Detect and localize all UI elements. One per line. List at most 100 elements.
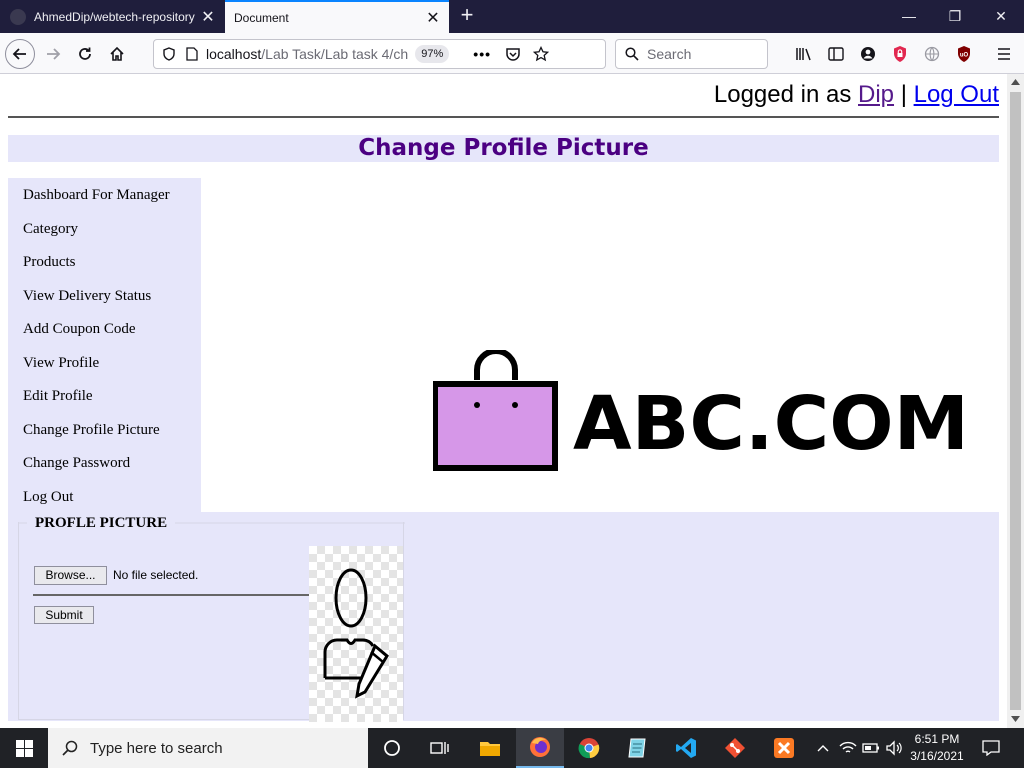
scroll-down-icon[interactable]: [1011, 716, 1020, 722]
notepad-icon[interactable]: [613, 728, 661, 768]
fieldset-legend: PROFLE PICTURE: [33, 515, 170, 532]
ublock-icon[interactable]: uO: [954, 44, 974, 64]
close-window-button[interactable]: ✕: [978, 0, 1024, 33]
separator: |: [900, 81, 907, 108]
submit-button[interactable]: Submit: [34, 606, 94, 624]
system-clock[interactable]: 6:51 PM 3/16/2021: [906, 731, 968, 765]
library-icon[interactable]: [794, 44, 814, 64]
sidebar-item-products[interactable]: Products: [8, 250, 201, 284]
volume-icon[interactable]: [884, 738, 904, 758]
lock-extension-icon[interactable]: [890, 44, 910, 64]
sidebar-item-edit-profile[interactable]: Edit Profile: [8, 384, 201, 418]
page-viewport: Logged in as Dip | Log Out Change Profil…: [0, 74, 1007, 728]
search-icon: [625, 47, 639, 61]
bag-icon: [433, 381, 558, 471]
start-button[interactable]: [0, 728, 48, 768]
sidebar-item-dashboard[interactable]: Dashboard For Manager: [8, 183, 201, 217]
file-status: No file selected.: [113, 568, 199, 582]
vscode-icon[interactable]: [662, 728, 710, 768]
search-placeholder: Search: [647, 46, 692, 62]
taskbar-search-placeholder: Type here to search: [90, 739, 223, 757]
page-info-icon[interactable]: [186, 47, 198, 61]
forward-arrow-icon: [47, 48, 61, 60]
username-link[interactable]: Dip: [858, 81, 894, 108]
browse-button[interactable]: Browse...: [34, 566, 107, 585]
new-tab-button[interactable]: +: [456, 4, 478, 28]
pocket-icon[interactable]: [505, 46, 521, 62]
upload-band: PROFLE PICTURE Browse... No file selecte…: [8, 512, 999, 722]
bookmark-star-icon[interactable]: [533, 46, 550, 62]
scrollbar-thumb[interactable]: [1010, 92, 1021, 710]
title-band: Change Profile Picture: [8, 135, 999, 162]
home-button[interactable]: [102, 39, 132, 69]
url-host: localhost: [206, 46, 262, 62]
login-status: Logged in as Dip | Log Out: [714, 81, 999, 109]
login-prefix: Logged in as: [713, 81, 852, 108]
tab-strip: AhmedDip/webtech-repository ✕ Document ✕…: [0, 0, 1024, 33]
tab-document[interactable]: Document ✕: [225, 0, 449, 33]
home-icon: [110, 46, 124, 61]
reload-icon: [79, 47, 91, 60]
minimize-button[interactable]: —: [886, 0, 932, 33]
page-title: Change Profile Picture: [358, 135, 649, 161]
chevron-up-icon[interactable]: [813, 738, 833, 758]
battery-icon[interactable]: [861, 738, 881, 758]
back-arrow-icon: [12, 48, 26, 60]
clock-time: 6:51 PM: [914, 732, 960, 746]
chrome-icon[interactable]: [565, 728, 613, 768]
network-icon[interactable]: [838, 738, 858, 758]
close-tab-icon[interactable]: ✕: [421, 8, 445, 28]
shield-icon[interactable]: [162, 47, 176, 61]
github-icon: [10, 8, 26, 25]
menu-icon[interactable]: [994, 44, 1014, 64]
navigation-toolbar: localhost /Lab Task/Lab task 4/chngprofi…: [0, 33, 1024, 74]
notification-icon[interactable]: [981, 738, 1001, 758]
sidebar-item-view-profile[interactable]: View Profile: [8, 351, 201, 385]
forward-button[interactable]: [38, 39, 68, 69]
user-edit-icon: [323, 568, 389, 699]
git-icon[interactable]: [711, 728, 759, 768]
file-explorer-icon[interactable]: [466, 728, 514, 768]
taskbar-search[interactable]: Type here to search: [48, 728, 368, 768]
page-actions-icon[interactable]: •••: [473, 46, 491, 62]
search-field[interactable]: Search: [615, 39, 768, 69]
profile-picture: [309, 546, 403, 722]
windows-icon: [15, 739, 33, 757]
reload-button[interactable]: [70, 39, 100, 69]
sidebar-item-change-picture[interactable]: Change Profile Picture: [8, 418, 201, 452]
logout-link[interactable]: Log Out: [914, 81, 999, 108]
sidebar-item-change-password[interactable]: Change Password: [8, 451, 201, 485]
vertical-scrollbar[interactable]: [1007, 74, 1024, 728]
zoom-level[interactable]: 97%: [415, 45, 450, 63]
url-path: /Lab Task/Lab task 4/chngprofi: [261, 46, 409, 62]
restore-button[interactable]: ❐: [932, 0, 978, 33]
back-button[interactable]: [5, 39, 35, 69]
form-divider: [33, 594, 310, 596]
sidebar: Dashboard For Manager Category Products …: [8, 178, 201, 512]
account-icon[interactable]: [858, 44, 878, 64]
sidebar-toggle-icon[interactable]: [826, 44, 846, 64]
sidebar-item-category[interactable]: Category: [8, 217, 201, 251]
scroll-up-icon[interactable]: [1011, 79, 1020, 85]
screen: { "browser": { "tabs": [ {"title": "Ahme…: [0, 0, 1024, 768]
search-icon: [62, 740, 78, 756]
tab-github[interactable]: AhmedDip/webtech-repository ✕: [0, 0, 224, 33]
svg-text:uO: uO: [960, 53, 969, 59]
taskbar: Type here to search 6:51 PM 3/16/2021: [0, 728, 1024, 768]
firefox-icon[interactable]: [516, 728, 564, 768]
xampp-icon[interactable]: [760, 728, 808, 768]
task-view-icon[interactable]: [416, 728, 464, 768]
site-logo: ABC.COM: [433, 350, 969, 471]
url-bar[interactable]: localhost /Lab Task/Lab task 4/chngprofi…: [153, 39, 606, 69]
tab-title: AhmedDip/webtech-repository: [34, 9, 195, 24]
logo-wordmark: ABC.COM: [573, 381, 969, 467]
tab-title: Document: [234, 10, 289, 25]
clock-date: 3/16/2021: [910, 749, 964, 763]
profile-picture-fieldset: PROFLE PICTURE Browse... No file selecte…: [18, 515, 405, 722]
globe-icon[interactable]: [922, 44, 942, 64]
divider: [8, 116, 999, 118]
cortana-icon[interactable]: [368, 728, 416, 768]
close-tab-icon[interactable]: ✕: [196, 7, 220, 27]
sidebar-item-delivery-status[interactable]: View Delivery Status: [8, 284, 201, 318]
sidebar-item-coupon-code[interactable]: Add Coupon Code: [8, 317, 201, 351]
